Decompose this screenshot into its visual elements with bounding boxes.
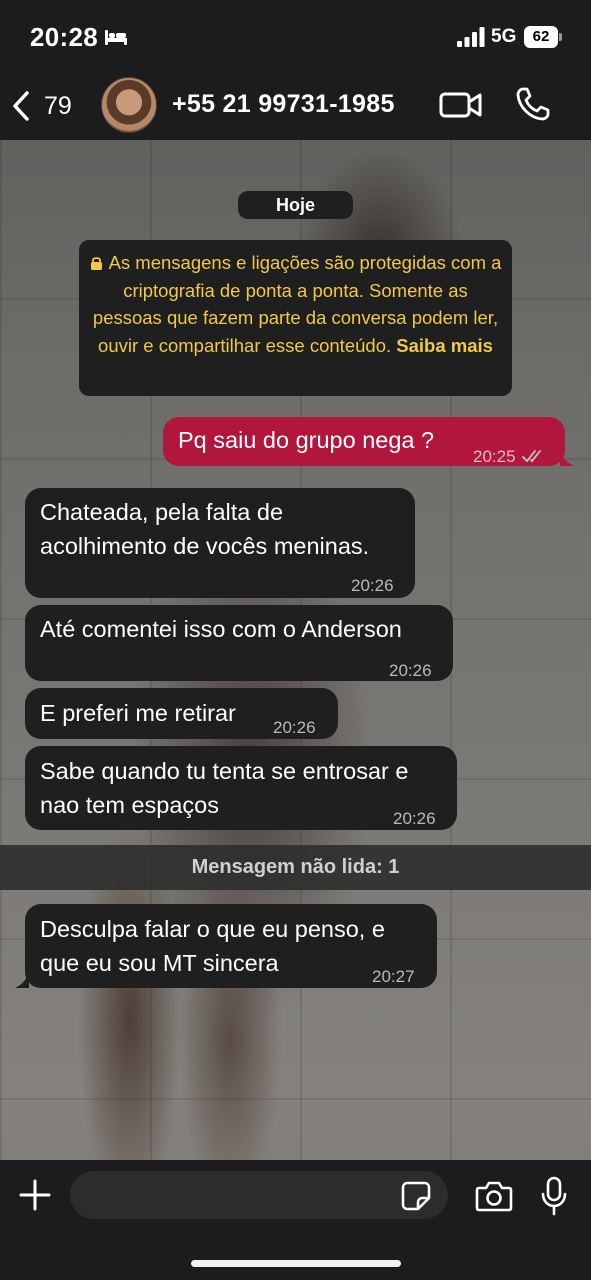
message-input[interactable] <box>70 1171 448 1219</box>
camera-icon[interactable] <box>475 1180 513 1212</box>
message-bubble-incoming[interactable]: Até comentei isso com o Anderson 20:26 <box>25 605 453 681</box>
message-bubble-incoming[interactable]: Chateada, pela falta de acolhimento de v… <box>25 488 415 598</box>
message-time: 20:26 <box>393 809 436 828</box>
message-bubble-incoming[interactable]: E preferi me retirar 20:26 <box>25 688 338 739</box>
plus-icon[interactable] <box>18 1178 52 1212</box>
message-line: acolhimento de vocês meninas. <box>40 533 370 559</box>
unread-divider: Mensagem não lida: 1 <box>0 845 591 890</box>
encryption-notice[interactable]: As mensagens e ligações são protegidas c… <box>79 240 512 396</box>
message-bubble-incoming[interactable]: Desculpa falar o que eu penso, e que eu … <box>25 904 437 988</box>
contact-name[interactable]: +55 21 99731-1985 <box>172 90 395 119</box>
chevron-left-icon <box>13 91 29 121</box>
message-time: 20:27 <box>372 967 415 986</box>
battery-tip <box>559 33 562 41</box>
network-type: 5G <box>491 26 517 47</box>
signal-bars-icon <box>457 27 485 47</box>
message-text: Sabe quando tu tenta se entrosar e nao t… <box>40 754 408 822</box>
message-time: 20:26 <box>351 576 394 595</box>
microphone-icon[interactable] <box>541 1176 567 1216</box>
home-indicator[interactable] <box>191 1260 401 1267</box>
message-line: Chateada, pela falta de <box>40 499 284 525</box>
lock-icon <box>90 257 102 270</box>
message-bubble-outgoing[interactable]: Pq saiu do grupo nega ? 20:25 <box>163 417 565 466</box>
chat-header: 79 +55 21 99731-1985 <box>0 70 591 140</box>
message-text: Pq saiu do grupo nega ? <box>178 427 435 453</box>
double-check-icon <box>521 450 541 463</box>
battery-level: 62 <box>524 26 558 48</box>
battery-indicator: 62 <box>524 26 562 48</box>
message-time-label: 20:25 <box>473 447 516 466</box>
message-bubble-incoming[interactable]: Sabe quando tu tenta se entrosar e nao t… <box>25 746 457 830</box>
message-text: E preferi me retirar <box>40 700 236 726</box>
video-camera-icon[interactable] <box>439 89 483 121</box>
status-bar: 20:28 5G 62 <box>0 0 591 70</box>
message-text: Até comentei isso com o Anderson <box>40 616 402 642</box>
bubble-tail <box>15 972 29 988</box>
message-line: Sabe quando tu tenta se entrosar e <box>40 758 409 784</box>
status-time: 20:28 <box>30 22 98 52</box>
message-text: Chateada, pela falta de acolhimento de v… <box>40 495 369 563</box>
learn-more-link[interactable]: Saiba mais <box>396 335 493 356</box>
message-line: Desculpa falar o que eu penso, e <box>40 916 385 942</box>
message-time: 20:26 <box>389 661 432 680</box>
unread-chats-count: 79 <box>44 91 72 120</box>
phone-icon[interactable] <box>515 86 551 122</box>
contact-avatar[interactable] <box>101 77 157 133</box>
message-line: nao tem espaços <box>40 792 219 818</box>
date-chip: Hoje <box>238 191 353 219</box>
bubble-tail <box>560 450 574 466</box>
message-line: que eu sou MT sincera <box>40 950 279 976</box>
bed-icon <box>105 30 127 45</box>
message-time: 20:26 <box>273 718 316 737</box>
message-time: 20:25 <box>473 440 546 474</box>
message-composer <box>0 1160 591 1280</box>
message-text: Desculpa falar o que eu penso, e que eu … <box>40 912 385 980</box>
back-button[interactable]: 79 <box>10 84 72 128</box>
sticker-icon[interactable] <box>401 1181 431 1211</box>
